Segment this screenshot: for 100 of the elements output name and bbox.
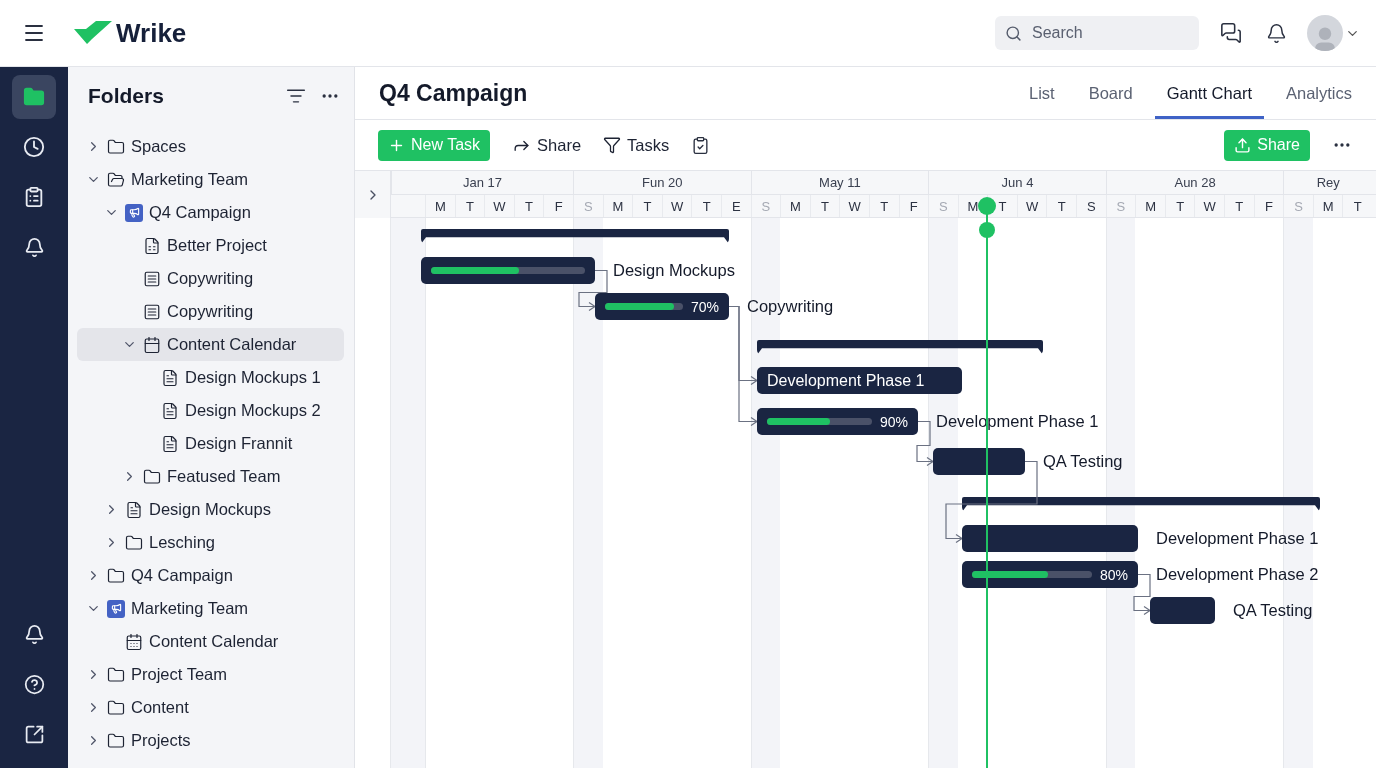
day-label: S xyxy=(1076,195,1106,217)
share-button[interactable]: Share xyxy=(512,135,582,155)
tasks-filter-button[interactable]: Tasks xyxy=(603,135,670,155)
avatar xyxy=(1307,15,1343,51)
task-label: Development Phase 1 xyxy=(1156,528,1319,549)
day-label: F xyxy=(543,195,573,217)
tree-item[interactable]: Content Calendar xyxy=(77,625,344,658)
day-label: S xyxy=(750,195,781,217)
calendar-icon xyxy=(125,632,143,651)
bell-icon xyxy=(23,236,45,258)
day-label: T xyxy=(868,195,899,217)
tree-item[interactable]: Design Mockups xyxy=(77,493,344,526)
project-icon xyxy=(107,599,125,618)
day-label: W xyxy=(484,195,514,217)
day-label: S xyxy=(572,195,603,217)
task-bar[interactable]: Development Phase 1 xyxy=(757,367,962,394)
task-label: Copywriting xyxy=(747,296,834,317)
view-tab[interactable]: Analytics xyxy=(1273,67,1364,119)
document-icon xyxy=(161,401,179,420)
clipboard-icon xyxy=(23,186,45,208)
tree-item[interactable]: Content xyxy=(77,691,344,724)
view-tab[interactable]: Board xyxy=(1076,67,1145,119)
day-label: T xyxy=(691,195,721,217)
folder-icon xyxy=(107,566,125,585)
day-label: M xyxy=(425,195,455,217)
tree-item[interactable]: Design Frannit xyxy=(77,427,344,460)
calendar-icon xyxy=(143,335,161,354)
search-input[interactable]: Search xyxy=(1030,23,1180,43)
progress-percent: 80% xyxy=(1099,566,1128,583)
search-icon xyxy=(1005,24,1022,42)
task-bar[interactable]: 70% xyxy=(595,293,729,320)
day-label: S xyxy=(1283,195,1313,217)
folder-icon xyxy=(23,86,45,108)
external-link-icon xyxy=(23,723,45,745)
tree-item[interactable]: Marketing Team xyxy=(77,592,344,625)
day-label: T xyxy=(1224,195,1254,217)
progress-percent: 70% xyxy=(690,298,719,315)
day-label: M xyxy=(602,195,633,217)
bell-icon[interactable] xyxy=(1266,22,1287,44)
task-bar[interactable] xyxy=(421,257,595,284)
help-icon xyxy=(23,673,45,695)
day-label: M xyxy=(1135,195,1165,217)
tree-item[interactable]: Marketing Team xyxy=(77,163,344,196)
task-label: QA Testing xyxy=(1043,451,1123,472)
day-label: W xyxy=(1016,195,1047,217)
tree-item[interactable]: Better Project xyxy=(77,229,344,262)
folder-icon xyxy=(107,665,125,684)
day-label: T xyxy=(1164,195,1195,217)
document-icon xyxy=(161,434,179,453)
folder-icon xyxy=(125,533,143,552)
search-field[interactable]: Search xyxy=(995,16,1199,50)
tree-item[interactable]: Projects xyxy=(77,724,344,757)
clipboard-check-icon[interactable] xyxy=(691,135,711,155)
sidebar-title: Folders xyxy=(88,84,165,108)
summary-bar[interactable] xyxy=(962,497,1320,512)
task-bar[interactable]: 80% xyxy=(962,561,1138,588)
tree-item[interactable]: Copywriting xyxy=(77,262,344,295)
tree-item[interactable]: Project Team xyxy=(77,658,344,691)
task-bar[interactable]: 90% xyxy=(757,408,918,435)
progress-percent: 90% xyxy=(879,413,908,430)
tree-item[interactable]: Design Mockups 1 xyxy=(77,361,344,394)
document-icon xyxy=(143,236,161,255)
document-icon xyxy=(125,500,143,519)
folder-icon xyxy=(107,698,125,717)
day-label: F xyxy=(898,195,929,217)
tree-item[interactable]: Lesching xyxy=(77,526,344,559)
clock-icon xyxy=(23,136,45,158)
summary-bar[interactable] xyxy=(421,229,729,244)
note-icon xyxy=(143,269,161,288)
tree-item[interactable]: Featused Team xyxy=(77,460,344,493)
tree-item[interactable]: Spaces xyxy=(77,130,344,163)
tree-item[interactable]: Copywriting xyxy=(77,295,344,328)
filter-icon[interactable] xyxy=(286,86,306,106)
tree-item[interactable]: Content Calendar xyxy=(77,328,344,361)
today-marker[interactable] xyxy=(979,222,996,238)
page-title: Q4 Campaign xyxy=(379,79,529,107)
project-icon xyxy=(125,203,143,222)
upload-icon xyxy=(1234,136,1252,154)
rail-button[interactable] xyxy=(12,75,56,119)
folder-icon xyxy=(107,137,125,156)
chat-icon[interactable] xyxy=(1220,22,1242,44)
summary-bar[interactable] xyxy=(757,340,1043,355)
logo-text: Wrike xyxy=(116,17,187,49)
tree-item[interactable]: Q4 Campaign xyxy=(77,559,344,592)
day-label: T xyxy=(454,195,485,217)
note-icon xyxy=(143,302,161,321)
tree-item[interactable]: Q4 Campaign xyxy=(77,196,344,229)
bell-icon xyxy=(23,623,45,645)
day-label: T xyxy=(1046,195,1077,217)
task-label: QA Testing xyxy=(1233,600,1313,621)
day-label: M xyxy=(780,195,810,217)
day-label: T xyxy=(809,195,840,217)
day-label: S xyxy=(928,195,958,217)
task-bar[interactable] xyxy=(933,448,1025,475)
task-label: Development Phase 2 xyxy=(1156,564,1319,585)
view-tab[interactable]: Gantt Chart xyxy=(1154,67,1264,119)
view-tab[interactable]: List xyxy=(1016,67,1067,119)
folder-icon xyxy=(107,170,125,189)
folder-icon xyxy=(107,731,125,750)
tree-item[interactable]: Design Mockups 2 xyxy=(77,394,344,427)
